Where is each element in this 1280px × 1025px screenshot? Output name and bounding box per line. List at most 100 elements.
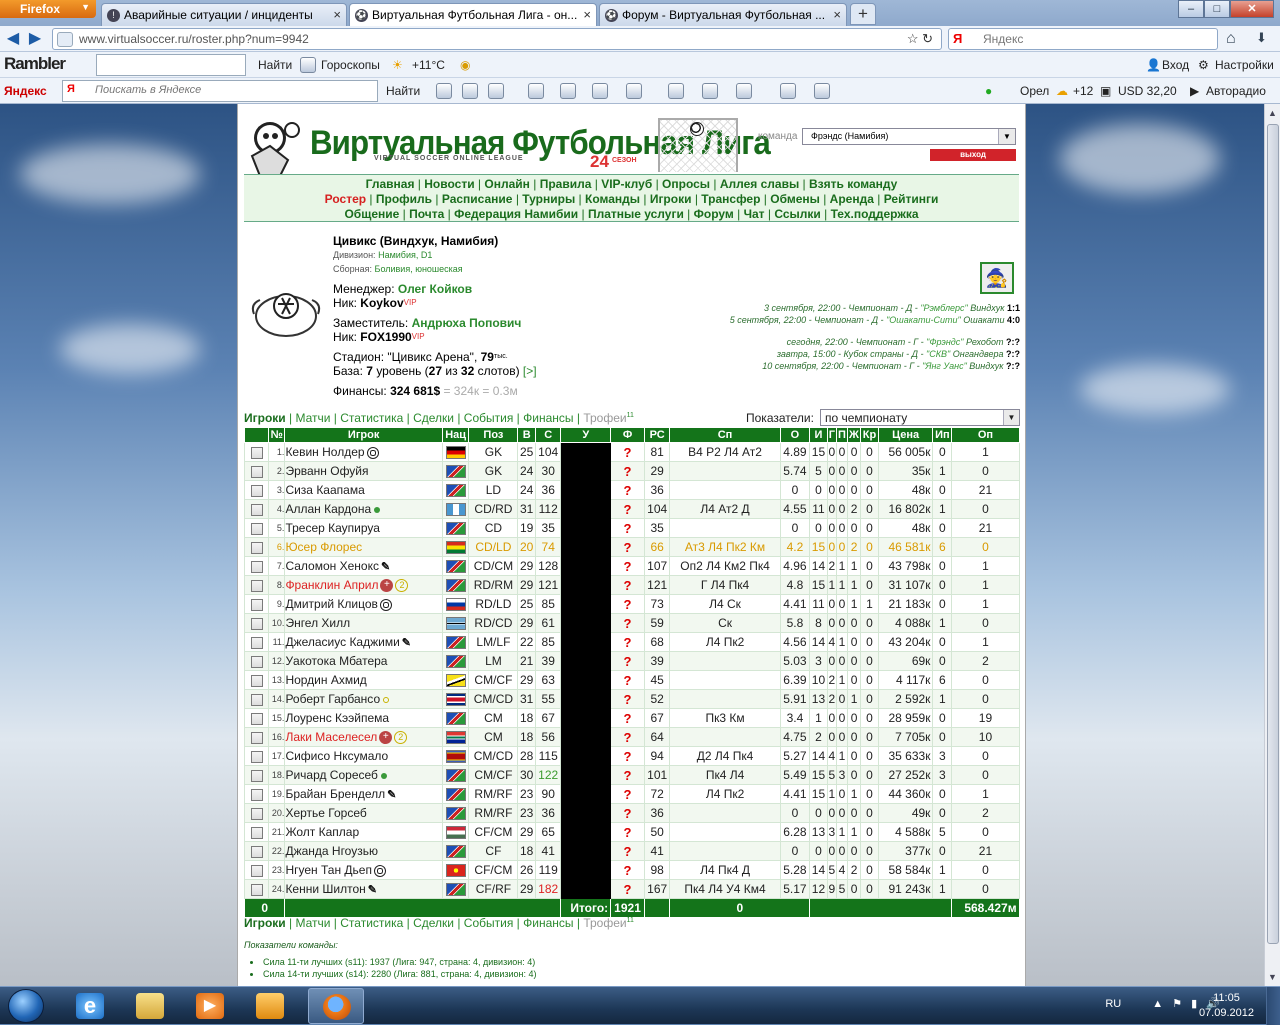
table-cell[interactable]: Уакотока Мбатера — [284, 651, 443, 671]
rambler-find-button[interactable]: Найти — [258, 58, 292, 72]
table-row[interactable]: 19. Брайан Бренделл ✎ RM/RF 23 90? 72 Л4 Пк2 4.4… — [244, 784, 1021, 804]
table-cell[interactable]: Лаки Маселесел +2 — [284, 727, 443, 747]
tab-players[interactable]: Игроки — [244, 916, 286, 930]
nation-flag-icon[interactable] — [445, 750, 466, 764]
row-checkbox[interactable] — [250, 750, 263, 763]
row-checkbox[interactable] — [250, 769, 263, 782]
tab-deals[interactable]: Сделки — [413, 916, 454, 930]
toolbar-icon-2[interactable] — [462, 83, 478, 99]
horoscopes-link[interactable]: Гороскопы — [321, 58, 380, 72]
table-row[interactable]: 13. Нордин Ахмид CM/CF 29 63? 45 6.39 10 2 1 0 0 4 1… — [244, 670, 1021, 690]
column-header[interactable]: В — [517, 427, 536, 443]
table-cell[interactable]: Сиза Каапама — [284, 480, 443, 500]
menu-item[interactable]: Турниры — [522, 192, 575, 206]
row-checkbox[interactable] — [250, 712, 263, 725]
vertical-scrollbar[interactable]: ▲ ▼ — [1264, 104, 1280, 986]
tab-finance[interactable]: Финансы — [523, 411, 573, 425]
table-row[interactable]: 3. Сиза Каапама LD 24 36? 36 0 0 0 0 0 0 48к 0 21 — [244, 480, 1021, 500]
table-row[interactable]: 16. Лаки Маселесел +2 CM 18 56? 64 4.75 2 0 0 0 0 7 7… — [244, 727, 1021, 747]
table-cell[interactable]: Ричард Соресеб — [284, 765, 443, 785]
table-row[interactable]: 11. Джеласиус Каджими ✎ LM/LF 22 85? 68 Л4 Пк2 4… — [244, 632, 1021, 652]
table-row[interactable]: 4. Аллан Кардона CD/RD 31 112? 104 Л4 Ат2 Д 4.5… — [244, 499, 1021, 519]
table-cell[interactable]: Нгуен Тан Дьеп — [284, 860, 443, 880]
toolbar-icon-11[interactable] — [780, 83, 796, 99]
row-checkbox[interactable] — [250, 826, 263, 839]
table-cell[interactable]: Лоуренс Кээйпема — [284, 708, 443, 728]
table-cell[interactable]: Хертье Горсеб — [284, 803, 443, 823]
table-row[interactable]: 10. Энгел Хилл RD/CD 29 61? 59 Ск 5.8 8 0 0 0 0 4 088… — [244, 613, 1021, 633]
table-cell[interactable]: Юсер Флорес — [284, 537, 443, 557]
menu-item[interactable]: Игроки — [650, 192, 692, 206]
column-header[interactable]: Оп — [951, 427, 1020, 443]
toolbar-icon-3[interactable] — [488, 83, 504, 99]
menu-item[interactable]: Правила — [540, 177, 592, 191]
table-row[interactable]: 6. Юсер Флорес CD/LD 20 74? 66 Ат3 Л4 Пк2 Км 4.… — [244, 537, 1021, 557]
menu-item[interactable]: Новости — [424, 177, 474, 191]
weather-detail-icon[interactable]: ◉ — [460, 58, 470, 72]
player-name-link[interactable]: Ричард Соресеб — [285, 768, 377, 782]
menu-item[interactable]: Тех.поддержка — [831, 207, 919, 221]
nation-flag-icon[interactable] — [445, 446, 466, 460]
tab-stats[interactable]: Статистика — [340, 411, 403, 425]
tab-matches[interactable]: Матчи — [295, 916, 330, 930]
row-checkbox[interactable] — [250, 484, 263, 497]
tab-vsol[interactable]: ⚽ Виртуальная Футбольная Лига - он... × — [349, 3, 597, 26]
menu-item[interactable]: Ссылки — [774, 207, 820, 221]
chat-icon[interactable] — [736, 83, 752, 99]
row-checkbox[interactable] — [250, 731, 263, 744]
table-cell[interactable]: Нордин Ахмид — [284, 670, 443, 690]
player-name-link[interactable]: Аллан Кардона — [285, 502, 371, 516]
national-link[interactable]: Боливия, юношеская — [375, 264, 463, 274]
table-row[interactable]: 1. Кевин Нолдер GK 25 104? 81 В4 Р2 Л4 Ат2 4.89… — [244, 442, 1021, 462]
close-tab-icon[interactable]: × — [583, 7, 591, 22]
column-header[interactable]: У — [560, 427, 612, 443]
row-checkbox[interactable] — [250, 617, 263, 630]
download-arrow-icon[interactable]: ⬇ — [1256, 30, 1267, 46]
player-name-link[interactable]: Юсер Флорес — [285, 540, 362, 554]
tab-forum[interactable]: ⚽ Форум - Виртуальная Футбольная ... × — [599, 3, 847, 26]
player-name-link[interactable]: Тресер Каупируа — [285, 521, 380, 535]
yandex-search-input[interactable]: Я Поискать в Яндексе — [62, 80, 378, 102]
scroll-thumb[interactable] — [1267, 124, 1279, 944]
menu-item[interactable]: Общение — [344, 207, 399, 221]
match-line[interactable]: завтра, 15:00 - Кубок страны - Д - "СКВ"… — [678, 348, 1020, 360]
player-name-link[interactable]: Джанда Нгоузью — [285, 844, 378, 858]
nation-flag-icon[interactable] — [445, 465, 466, 479]
table-row[interactable]: 12. Уакотока Мбатера LM 21 39? 39 5.03 3 0 0 0 0 69к… — [244, 651, 1021, 671]
table-cell[interactable]: Джеласиус Каджими ✎ — [284, 632, 443, 652]
toolbar-icon-6[interactable] — [592, 83, 608, 99]
nation-flag-icon[interactable] — [445, 484, 466, 498]
table-cell[interactable]: Тресер Каупируа — [284, 518, 443, 538]
column-header[interactable]: Г — [826, 427, 838, 443]
taskbar-outlook[interactable] — [242, 988, 298, 1024]
row-checkbox[interactable] — [250, 522, 263, 535]
currency-rate[interactable]: USD 32,20 — [1118, 84, 1177, 98]
show-desktop-button[interactable] — [1266, 987, 1280, 1025]
menu-item[interactable]: Профиль — [376, 192, 432, 206]
radio-label[interactable]: Авторадио — [1206, 84, 1266, 98]
column-header[interactable]: С — [534, 427, 562, 443]
tab-incidents[interactable]: ! Аварийные ситуации / инциденты × — [101, 3, 347, 26]
row-checkbox[interactable] — [250, 598, 263, 611]
player-name-link[interactable]: Франклин Април — [285, 578, 378, 592]
menu-item[interactable]: Расписание — [442, 192, 513, 206]
menu-item[interactable]: Чат — [744, 207, 765, 221]
toolbar-icon-1[interactable] — [436, 83, 452, 99]
deputy-nick[interactable]: FOX1990 — [360, 330, 411, 344]
table-cell[interactable]: Джанда Нгоузью — [284, 841, 443, 861]
close-window-button[interactable]: ✕ — [1230, 0, 1274, 18]
player-name-link[interactable]: Саломон Хенокс — [285, 559, 379, 573]
column-header[interactable]: Ж — [846, 427, 862, 443]
rambler-logo[interactable]: Rambler — [4, 54, 66, 74]
exit-button[interactable]: выход — [930, 149, 1016, 161]
row-checkbox[interactable] — [250, 503, 263, 516]
nation-flag-icon[interactable] — [445, 788, 466, 802]
close-tab-icon[interactable]: × — [333, 7, 341, 22]
toolbar-icon-9[interactable] — [702, 83, 718, 99]
translate-icon[interactable] — [668, 83, 684, 99]
player-name-link[interactable]: Дмитрий Клицов — [285, 597, 377, 611]
nation-flag-icon[interactable] — [445, 655, 466, 669]
menu-item[interactable]: Рейтинги — [884, 192, 939, 206]
yandex-find-button[interactable]: Найти — [386, 84, 420, 98]
table-cell[interactable]: Дмитрий Клицов — [284, 594, 443, 614]
